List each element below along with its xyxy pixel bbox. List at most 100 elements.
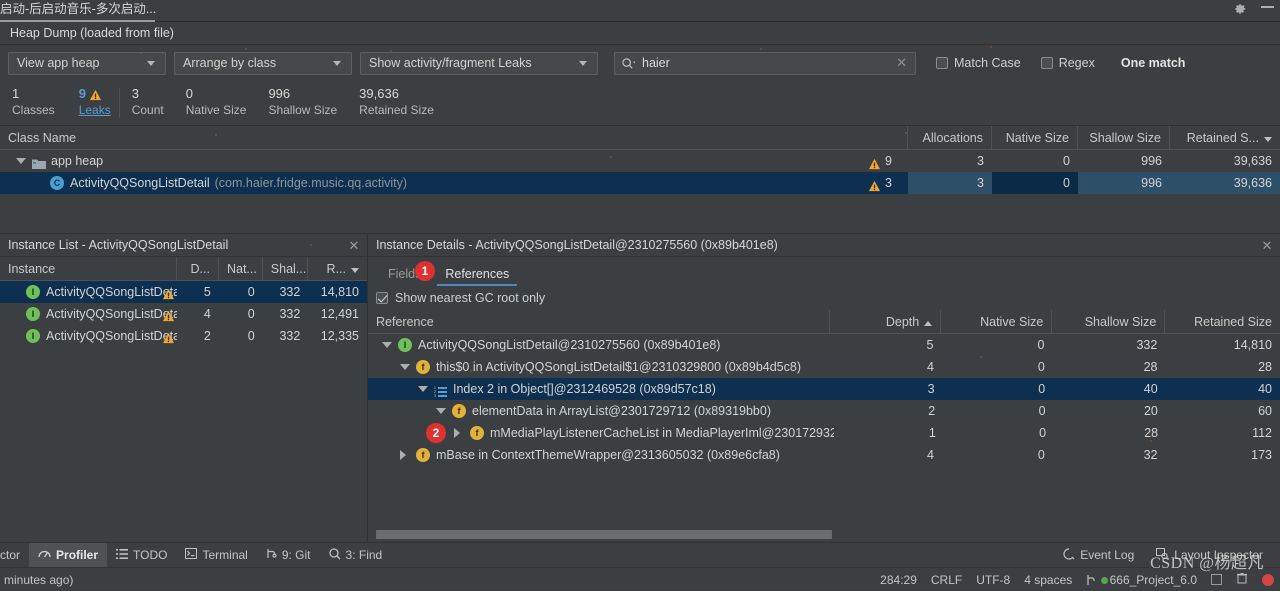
tree-row[interactable]: 1 2 3 Index 2 in Object[]@2312469528 (0x… (368, 378, 1280, 400)
gear-icon[interactable] (1233, 2, 1247, 16)
list-item[interactable]: I ActivityQQSongListDetai 2 0 332 12,335 (0, 325, 367, 347)
tool-window-refactor-cut[interactable]: ctor (0, 543, 29, 568)
close-icon[interactable]: ✕ (341, 234, 367, 257)
column-header-reference[interactable]: Reference (368, 309, 831, 334)
reference-shallow: 32 (1143, 448, 1158, 462)
reference-depth: 2 (928, 404, 936, 418)
noise-speck (245, 48, 247, 50)
tool-window-profiler-label: Profiler (56, 548, 99, 562)
column-header-retained[interactable]: R... (308, 257, 367, 281)
column-header-shallow-size[interactable]: Shallow Size (1078, 125, 1170, 150)
notification-icon[interactable] (1262, 573, 1274, 586)
trash-icon[interactable] (1236, 572, 1248, 587)
column-header-class-name[interactable]: Class Name (0, 125, 908, 150)
class-row-name-cell: C ActivityQQSongListDetail (com.haier.fr… (0, 172, 908, 194)
tree-row[interactable]: f elementData in ArrayList@2301729712 (0… (368, 400, 1280, 422)
layout-inspector-icon (1156, 547, 1170, 563)
find-icon (328, 547, 341, 563)
column-header-shallow[interactable]: Shal... (263, 256, 309, 281)
reference-hscrollbar-area (368, 528, 1280, 542)
instance-shallow: 332 (279, 285, 301, 299)
arrange-select[interactable]: Arrange by class (174, 51, 352, 75)
tool-window-todo[interactable]: TODO (107, 543, 176, 568)
chevron-down-icon[interactable] (436, 408, 446, 414)
column-header-depth[interactable]: Depth (830, 309, 942, 334)
stat-leaks-label[interactable]: Leaks (79, 102, 111, 118)
tree-row[interactable]: f mBase in ContextThemeWrapper@231360503… (368, 444, 1280, 466)
stats-divider (118, 88, 120, 118)
reference-native: 0 (1038, 404, 1046, 418)
reference-name-cell: 1 2 3 Index 2 in Object[]@2312469528 (0x… (368, 378, 832, 400)
column-header-native-size[interactable]: Native Size (941, 309, 1053, 334)
close-icon[interactable]: ✕ (1254, 234, 1280, 257)
indent-setting[interactable]: 4 spaces (1024, 573, 1072, 587)
stat-leaks[interactable]: 9 Leaks (65, 85, 115, 118)
editor-tab[interactable]: 启动-后启动音乐-多次启动... (0, 1, 156, 17)
list-item[interactable]: I ActivityQQSongListDetai 4 0 332 12,491 (0, 303, 367, 325)
scrollbar-thumb[interactable] (376, 530, 832, 539)
class-row-retained-size: 39,636 (1170, 172, 1280, 194)
tool-window-find[interactable]: 3: Find (320, 543, 392, 568)
warning-icon (89, 88, 102, 100)
heap-select[interactable]: View app heap (8, 51, 166, 75)
tool-window-git[interactable]: 9: Git (257, 543, 320, 568)
chevron-down-icon[interactable] (418, 386, 428, 392)
reference-retained: 28 (1258, 360, 1272, 374)
match-case-checkbox[interactable]: Match Case (936, 56, 1021, 70)
warning-icon (162, 329, 175, 344)
search-input[interactable] (642, 56, 895, 70)
stat-shallow-size: 996 Shallow Size (268, 85, 359, 118)
tool-window-event-log[interactable]: Event Log (1054, 543, 1143, 568)
chevron-right-icon[interactable] (400, 450, 406, 460)
column-header-shallow-size[interactable]: Shallow Size (1052, 309, 1166, 334)
tab-references[interactable]: References (435, 267, 519, 286)
window-controls (1233, 2, 1274, 16)
table-row[interactable]: C ActivityQQSongListDetail (com.haier.fr… (0, 172, 1280, 194)
column-header-depth[interactable]: D... (177, 256, 219, 281)
chevron-down-icon[interactable] (16, 158, 26, 164)
regex-checkbox[interactable]: Regex (1040, 56, 1095, 70)
column-header-retained-size[interactable]: Retained Size (1165, 310, 1280, 334)
table-row[interactable]: app heap 9 3 0 996 39,636 (0, 150, 1280, 172)
reference-retained: 112 (1252, 426, 1272, 440)
lock-icon[interactable] (1211, 574, 1222, 585)
tool-window-git-label: 9: Git (281, 548, 311, 562)
tool-window-profiler[interactable]: Profiler (29, 542, 108, 568)
caret-position[interactable]: 284:29 (880, 573, 917, 587)
tree-row[interactable]: f this$0 in ActivityQQSongListDetail$1@2… (368, 356, 1280, 378)
tool-window-layout-inspector[interactable]: Layout Inspector (1147, 543, 1272, 568)
chevron-down-icon[interactable] (400, 364, 410, 370)
column-header-native-size[interactable]: Native Size (992, 125, 1078, 150)
column-header-retained-size[interactable]: Retained S... (1170, 126, 1280, 150)
reference-name-cell: f mBase in ContextThemeWrapper@231360503… (368, 444, 831, 466)
annotation-badge-2: 2 (426, 423, 446, 443)
line-separator[interactable]: CRLF (931, 573, 962, 587)
tool-window-terminal[interactable]: Terminal (176, 543, 256, 568)
clear-icon[interactable]: ✕ (894, 55, 909, 71)
minimize-icon[interactable] (1261, 6, 1274, 8)
tree-row[interactable]: 2 f mMediaPlayListenerCacheList in Media… (368, 422, 1280, 444)
gc-root-checkbox-box[interactable] (376, 292, 388, 304)
reference-hscrollbar[interactable] (376, 530, 1272, 539)
gc-root-checkbox[interactable] (376, 292, 388, 304)
column-header-instance[interactable]: Instance (0, 256, 177, 281)
column-header-allocations[interactable]: Allocations (908, 125, 992, 150)
leak-filter-select[interactable]: Show activity/fragment Leaks (360, 51, 598, 75)
regex-box[interactable] (1040, 57, 1053, 69)
reference-name: Index 2 in Object[]@2312469528 (0x89d57c… (453, 382, 716, 396)
list-item[interactable]: I ActivityQQSongListDetai 5 0 332 14,810 (0, 281, 367, 303)
git-branch[interactable]: 666_Project_6.0 (1086, 573, 1197, 587)
tree-row[interactable]: I ActivityQQSongListDetail@2310275560 (0… (368, 334, 1280, 356)
reference-depth: 3 (927, 382, 935, 396)
chevron-down-icon[interactable] (382, 342, 392, 348)
match-case-box[interactable] (936, 57, 948, 69)
chevron-right-icon[interactable] (454, 428, 460, 438)
instance-depth: 5 (203, 285, 211, 299)
column-header-native[interactable]: Nat... (219, 256, 263, 281)
stat-count: 3 Count (132, 85, 186, 118)
instance-retained: 12,491 (320, 307, 359, 321)
search-box[interactable]: ✕ (614, 51, 916, 75)
class-row-shallow-size: 996 (1141, 154, 1162, 168)
instance-name-cell: I ActivityQQSongListDetai (0, 281, 177, 303)
file-encoding[interactable]: UTF-8 (976, 573, 1010, 587)
